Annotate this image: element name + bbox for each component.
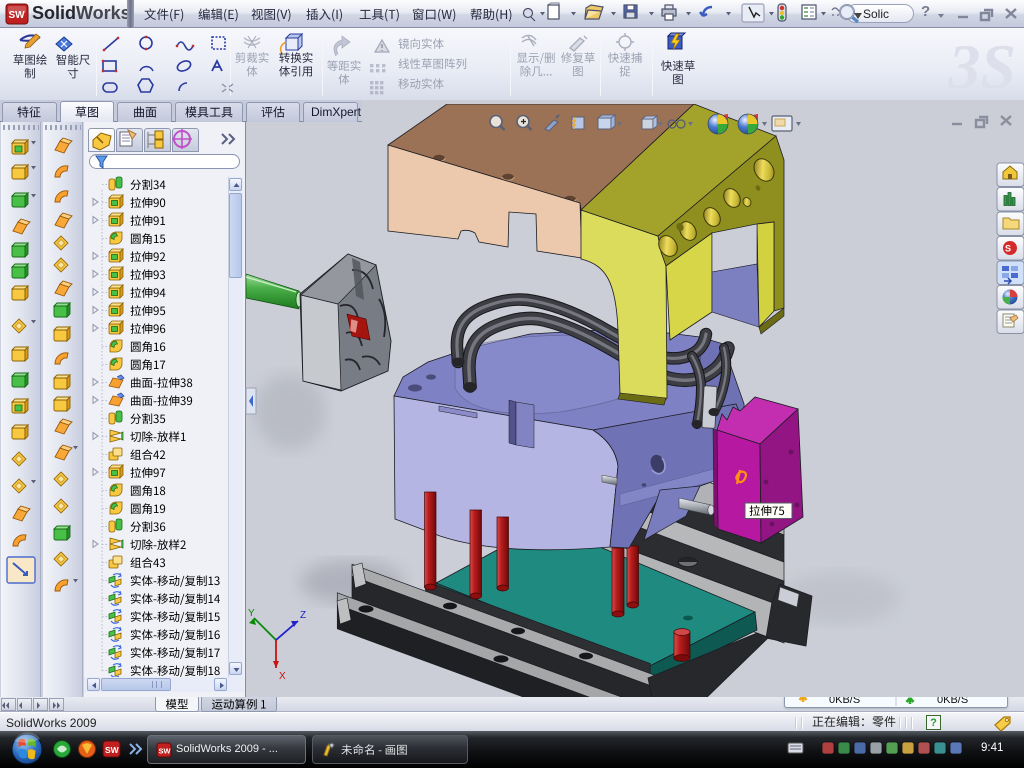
svg-text:SW: SW xyxy=(159,747,172,756)
svg-text:Y: Y xyxy=(248,608,255,619)
svg-text:SW: SW xyxy=(9,10,26,21)
svg-text:SW: SW xyxy=(105,745,120,755)
svg-text:X: X xyxy=(279,671,286,682)
svg-text:Z: Z xyxy=(300,610,306,621)
